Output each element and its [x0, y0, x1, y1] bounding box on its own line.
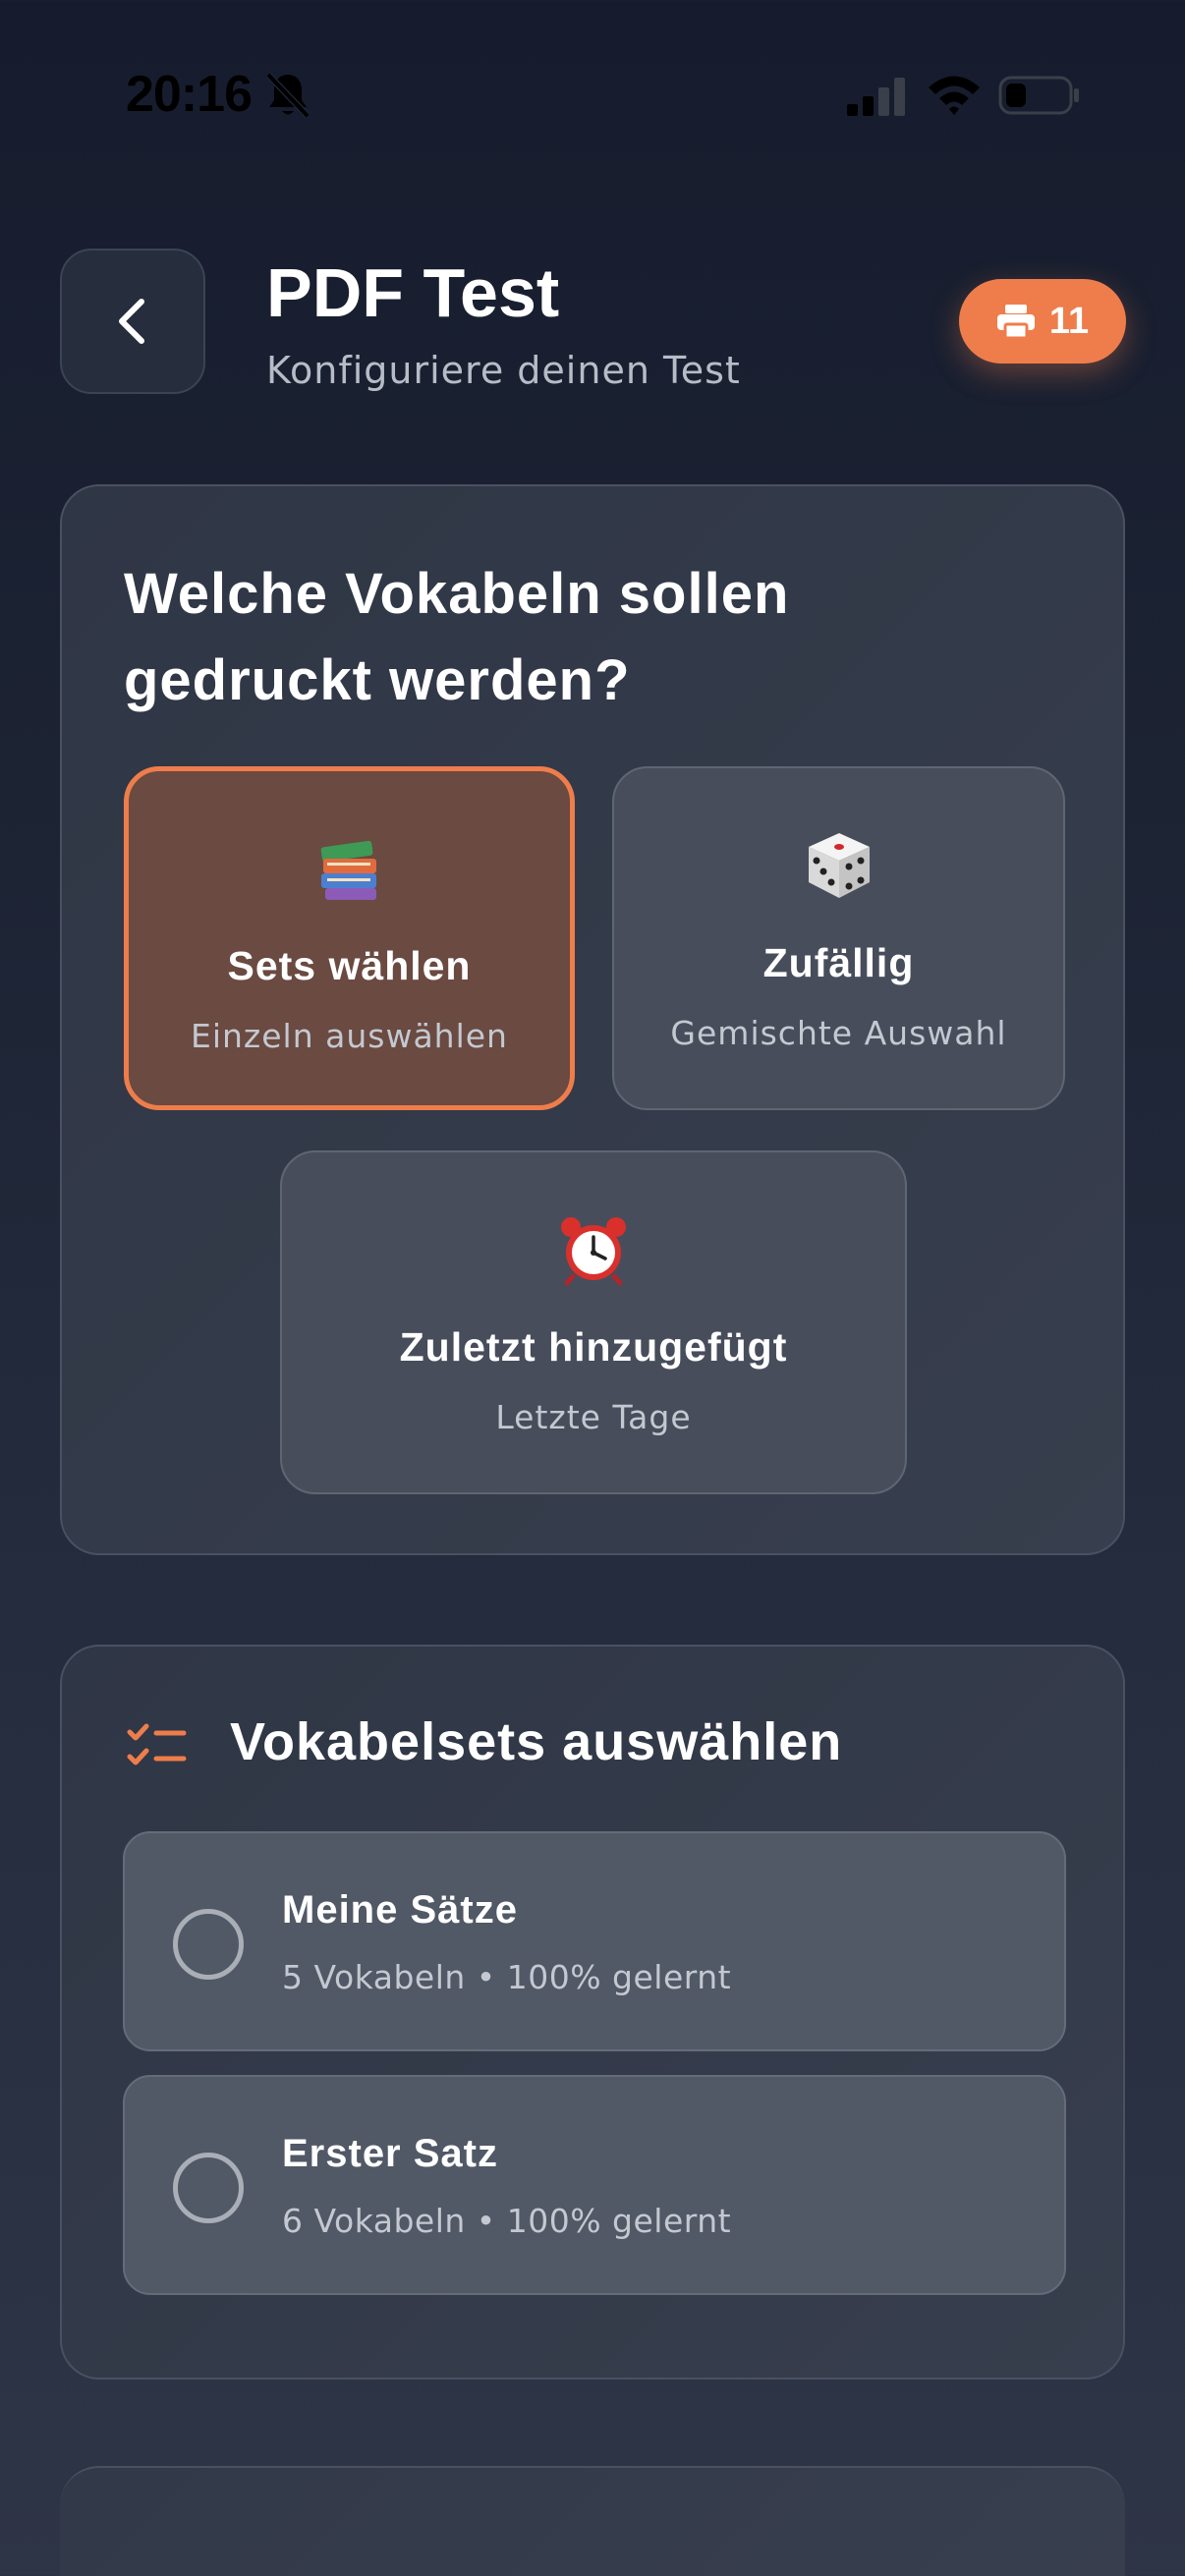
wifi-icon	[929, 76, 980, 115]
dice-icon	[808, 833, 870, 898]
print-count-button[interactable]: 11	[959, 279, 1126, 364]
books-icon	[320, 840, 376, 900]
printer-icon	[996, 305, 1035, 340]
mode-selection-card: Welche Vokabeln sollen gedruckt werden? …	[60, 484, 1125, 1555]
option-label: Sets wählen	[227, 943, 472, 988]
cellular-signal-icon	[847, 78, 905, 116]
option-description: Einzeln auswählen	[191, 1017, 508, 1055]
set-name: Meine Sätze	[282, 1888, 518, 1932]
option-label: Zuletzt hinzugefügt	[399, 1324, 788, 1370]
option-choose-sets[interactable]: Sets wählen Einzeln auswählen	[124, 766, 575, 1110]
sets-section-title: Vokabelsets auswählen	[230, 1712, 843, 1771]
status-time: 20:16	[126, 66, 253, 123]
page-title: PDF Test	[266, 254, 560, 331]
next-section-card	[60, 2466, 1125, 2576]
option-label: Zufällig	[762, 940, 915, 985]
question-title: Welche Vokabeln sollen gedruckt werden?	[124, 562, 790, 712]
checklist-icon	[127, 1723, 187, 1765]
chevron-left-icon	[119, 299, 144, 344]
vocabulary-sets-card: Vokabelsets auswählen Meine Sätze 5 Voka…	[60, 1645, 1125, 2380]
option-description: Gemischte Auswahl	[670, 1014, 1007, 1052]
set-list-item[interactable]: Meine Sätze 5 Vokabeln • 100% gelernt	[123, 1831, 1066, 2051]
set-list-item[interactable]: Erster Satz 6 Vokabeln • 100% gelernt	[123, 2075, 1066, 2295]
option-recently-added[interactable]: Zuletzt hinzugefügt Letzte Tage	[280, 1150, 907, 1494]
set-meta: 5 Vokabeln • 100% gelernt	[282, 1958, 732, 1996]
print-count: 11	[1048, 300, 1090, 342]
alarm-clock-icon	[561, 1217, 626, 1286]
status-bar: 20:16	[0, 0, 1185, 196]
back-button[interactable]	[60, 249, 205, 394]
set-radio-button[interactable]	[173, 2153, 244, 2223]
battery-icon	[998, 76, 1079, 115]
set-radio-button[interactable]	[173, 1909, 244, 1980]
page-subtitle: Konfiguriere deinen Test	[266, 349, 741, 392]
option-description: Letzte Tage	[495, 1398, 692, 1436]
set-name: Erster Satz	[282, 2132, 498, 2175]
set-meta: 6 Vokabeln • 100% gelernt	[282, 2202, 732, 2240]
bell-slash-icon	[265, 72, 310, 119]
option-random[interactable]: Zufällig Gemischte Auswahl	[612, 766, 1065, 1110]
